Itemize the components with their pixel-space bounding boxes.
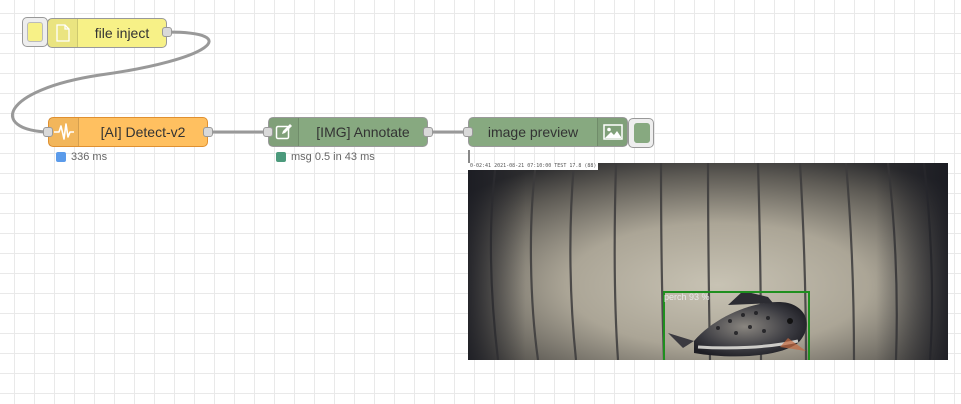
preview-toggle-button[interactable] <box>628 118 654 148</box>
image-timestamp: 0-02:41 2021-08-21 07:10:00 TEST 17.8 (8… <box>468 163 599 170</box>
output-port[interactable] <box>162 27 172 37</box>
waveform-icon <box>49 118 79 146</box>
status-text: msg 0.5 in 43 ms <box>291 151 375 163</box>
status-text: 336 ms <box>71 151 108 163</box>
node-status: 336 ms <box>56 151 107 163</box>
input-port[interactable] <box>263 127 273 137</box>
input-port[interactable] <box>463 127 473 137</box>
image-icon <box>597 118 627 146</box>
node-label: file inject <box>94 25 150 41</box>
node-label: [AI] Detect-v2 <box>100 124 186 140</box>
node-label: [IMG] Annotate <box>316 124 410 140</box>
node-img-annotate[interactable]: [IMG] Annotate <box>268 117 428 147</box>
input-port[interactable] <box>43 127 53 137</box>
file-icon <box>48 19 78 47</box>
detection-label: perch 93 % <box>664 292 710 302</box>
output-port[interactable] <box>203 127 213 137</box>
node-image-preview[interactable]: image preview <box>468 117 628 147</box>
node-label: image preview <box>487 124 579 140</box>
status-dot <box>56 152 66 162</box>
node-file-inject[interactable]: file inject <box>47 18 167 48</box>
pencil-square-icon <box>269 118 299 146</box>
preview-image: 0-02:41 2021-08-21 07:10:00 TEST 17.8 (8… <box>468 163 948 360</box>
node-status: msg 0.5 in 43 ms <box>276 151 375 163</box>
status-dot <box>276 152 286 162</box>
output-port[interactable] <box>423 127 433 137</box>
preview-connector <box>468 150 470 163</box>
inject-button[interactable] <box>22 17 48 47</box>
node-ai-detect[interactable]: [AI] Detect-v2 <box>48 117 208 147</box>
